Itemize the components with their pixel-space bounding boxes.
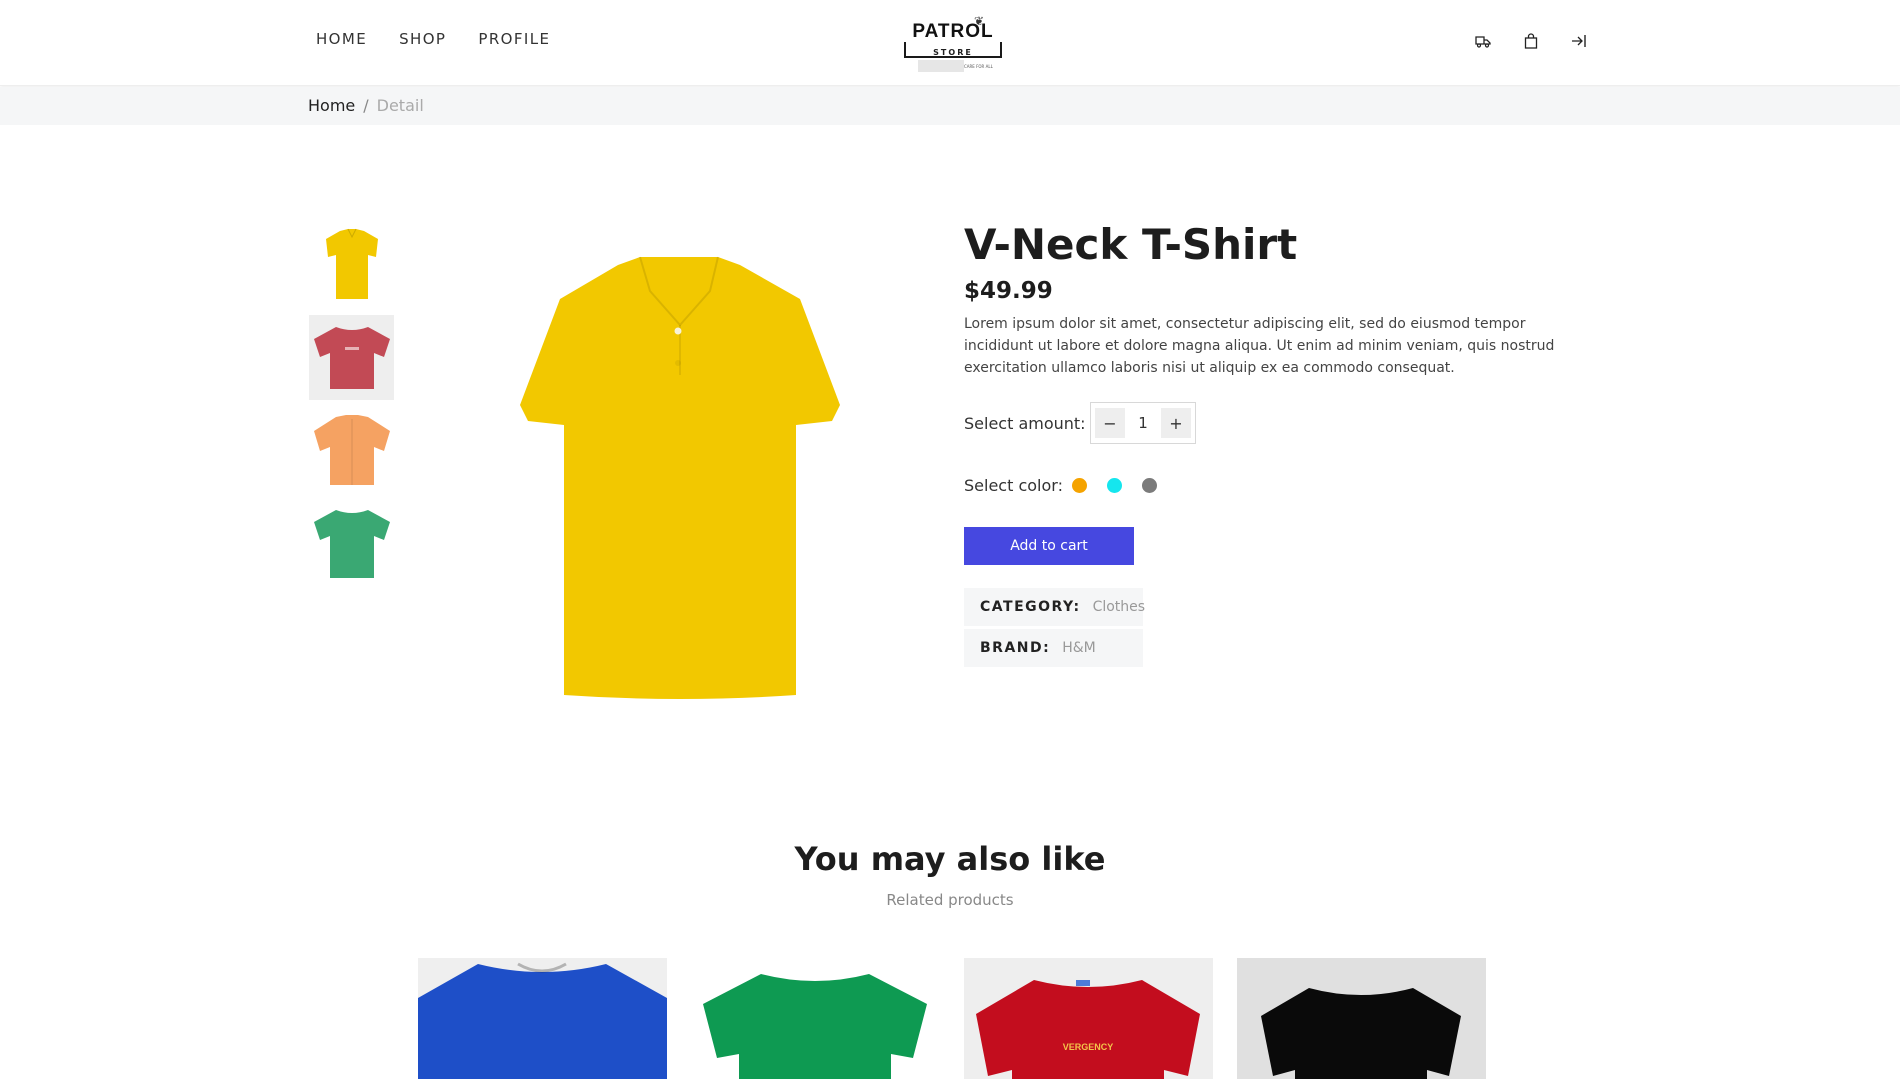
amount-label: Select amount: [964, 414, 1086, 433]
site-header: HOME SHOP PROFILE PATROL STORE ❦ CARE FO… [0, 0, 1900, 86]
logo-shade [918, 60, 964, 72]
breadcrumb-home[interactable]: Home [308, 96, 355, 115]
related-subtitle: Related products [886, 891, 1014, 909]
related-product-2[interactable] [691, 958, 940, 1079]
brand-value[interactable]: H&M [1062, 640, 1096, 656]
related-title: You may also like [794, 840, 1106, 878]
thumbnail-2[interactable] [309, 315, 394, 400]
quantity-stepper: − 1 + [1090, 402, 1196, 444]
product-main-image [500, 255, 860, 715]
nav-profile[interactable]: PROFILE [478, 30, 550, 48]
color-swatch-gray[interactable] [1142, 478, 1157, 493]
svg-text:VERGENCY: VERGENCY [1063, 1042, 1114, 1052]
breadcrumb-current: Detail [376, 96, 424, 115]
thumbnail-4[interactable] [309, 501, 394, 586]
increment-button[interactable]: + [1161, 408, 1191, 438]
product-description: Lorem ipsum dolor sit amet, consectetur … [964, 316, 1555, 376]
product-title: V-Neck T-Shirt [964, 220, 1298, 269]
color-swatches [1072, 478, 1157, 493]
nav-shop[interactable]: SHOP [399, 30, 446, 48]
truck-icon[interactable] [1474, 32, 1492, 50]
logo-tagline: CARE FOR ALL [964, 64, 993, 69]
main-nav: HOME SHOP PROFILE [316, 30, 550, 48]
leaf-icon: ❦ [974, 14, 985, 28]
thumbnail-3[interactable] [309, 408, 394, 493]
decrement-button[interactable]: − [1095, 408, 1125, 438]
store-logo[interactable]: PATROL STORE ❦ CARE FOR ALL [900, 12, 1006, 74]
color-label: Select color: [964, 476, 1063, 495]
related-product-1[interactable] [418, 958, 667, 1079]
quantity-value[interactable]: 1 [1125, 414, 1161, 432]
category-key: CATEGORY: [980, 599, 1081, 615]
category-value[interactable]: Clothes [1093, 599, 1146, 615]
logo-subtext: STORE [933, 48, 973, 57]
category-row: CATEGORY: Clothes [964, 588, 1146, 626]
logo-text: PATROL [900, 22, 1006, 42]
color-swatch-cyan[interactable] [1107, 478, 1122, 493]
breadcrumb-bar: Home / Detail [0, 87, 1900, 125]
bag-icon[interactable] [1522, 32, 1540, 50]
login-icon[interactable] [1570, 32, 1588, 50]
breadcrumb: Home / Detail [308, 96, 424, 115]
product-price: $49.99 [964, 278, 1053, 304]
color-swatch-orange[interactable] [1072, 478, 1087, 493]
related-product-3[interactable]: VERGENCY [964, 958, 1213, 1079]
thumbnail-1[interactable] [309, 222, 394, 307]
nav-home[interactable]: HOME [316, 30, 367, 48]
brand-row: BRAND: H&M [964, 629, 1143, 667]
thumbnail-gallery [309, 222, 394, 586]
add-to-cart-button[interactable]: Add to cart [964, 527, 1134, 565]
header-actions [1474, 32, 1588, 50]
related-product-4[interactable] [1237, 958, 1486, 1079]
breadcrumb-separator: / [363, 96, 369, 115]
brand-key: BRAND: [980, 640, 1051, 656]
